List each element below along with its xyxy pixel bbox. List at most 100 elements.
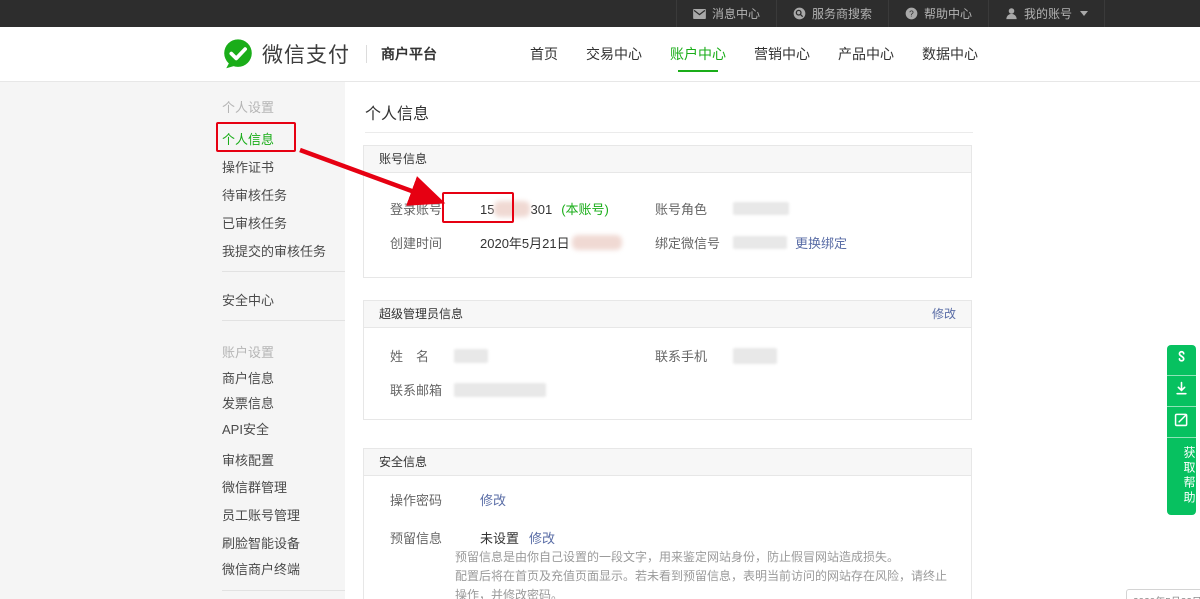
get-help-button[interactable]: 获取帮助 — [1167, 438, 1196, 515]
download-button[interactable] — [1167, 376, 1196, 407]
wechat-pay-logo-icon — [222, 38, 254, 70]
admin-name-label: 姓 名 — [390, 346, 429, 365]
message-center-link[interactable]: 消息中心 — [676, 0, 776, 27]
description-line: 预留信息是由你自己设置的一段文字，用来鉴定网站身份，防止假冒网站造成损失。 — [455, 548, 955, 567]
edit-icon — [1172, 410, 1191, 434]
super-admin-title: 超级管理员信息 — [379, 301, 463, 327]
merchant-platform-page: 消息中心 服务商搜索 ? 帮助中心 我的账号 微信 — [0, 0, 1200, 599]
my-account-label: 我的账号 — [1024, 5, 1072, 22]
topbar-items: 消息中心 服务商搜索 ? 帮助中心 我的账号 — [676, 0, 1105, 27]
brand[interactable]: 微信支付 商户平台 — [222, 38, 437, 70]
account-role-label: 账号角色 — [655, 199, 707, 218]
my-account-menu[interactable]: 我的账号 — [988, 0, 1105, 27]
nav-account-center[interactable]: 账户中心 — [670, 27, 726, 81]
operation-password-edit-link[interactable]: 修改 — [480, 490, 506, 509]
redacted-admin-phone — [733, 348, 777, 364]
annotation-box-sidebar-personal-info — [216, 122, 296, 152]
main-nav: 首页 交易中心 账户中心 营销中心 产品中心 数据中心 — [530, 27, 978, 81]
reserve-info-description: 预留信息是由你自己设置的一段文字，用来鉴定网站身份，防止假冒网站造成损失。 配置… — [455, 548, 955, 599]
brand-name: 微信支付 — [262, 39, 350, 69]
created-time-value: 2020年5月21日 — [480, 233, 570, 252]
admin-phone-label: 联系手机 — [655, 346, 707, 365]
sidebar-divider — [222, 320, 345, 321]
nav-marketing-center[interactable]: 营销中心 — [754, 27, 810, 81]
envelope-icon — [693, 9, 706, 19]
help-center-label: 帮助中心 — [924, 5, 972, 22]
sidebar-item-security-center[interactable]: 安全中心 — [222, 290, 274, 309]
admin-phone-row: 联系手机 — [655, 346, 777, 365]
nav-home[interactable]: 首页 — [530, 27, 558, 81]
redacted-admin-email — [454, 383, 546, 397]
title-divider — [365, 132, 973, 133]
reserve-info-row: 预留信息 未设置 修改 — [390, 528, 555, 547]
hook-link-button[interactable] — [1167, 345, 1196, 376]
admin-name-row: 姓 名 — [390, 346, 488, 365]
sidebar-item-reviewed-tasks[interactable]: 已审核任务 — [222, 213, 287, 232]
sidebar-item-staff-account-management[interactable]: 员工账号管理 — [222, 505, 300, 524]
super-admin-card-header: 超级管理员信息 修改 — [364, 301, 971, 328]
current-account-note: (本账号) — [561, 199, 609, 218]
provider-search-label: 服务商搜索 — [812, 5, 872, 22]
sidebar-group-account-settings: 账户设置 — [222, 342, 274, 361]
floating-help-widget: 获取帮助 — [1167, 345, 1196, 515]
nav-data-center[interactable]: 数据中心 — [922, 27, 978, 81]
operation-password-label: 操作密码 — [390, 490, 442, 509]
nav-product-center[interactable]: 产品中心 — [838, 27, 894, 81]
bound-wechat-label: 绑定微信号 — [655, 233, 720, 252]
sidebar-group-personal-settings: 个人设置 — [222, 97, 274, 116]
chevron-down-icon — [1080, 11, 1088, 16]
download-icon — [1172, 379, 1191, 403]
person-icon — [1005, 7, 1018, 20]
sidebar-item-my-submitted-tasks[interactable]: 我提交的审核任务 — [222, 241, 326, 260]
question-icon: ? — [905, 7, 918, 20]
account-role-row: 账号角色 — [655, 199, 789, 218]
super-admin-edit-link[interactable]: 修改 — [932, 301, 956, 327]
operation-password-row: 操作密码 修改 — [390, 490, 506, 509]
sidebar-item-face-smart-device[interactable]: 刷脸智能设备 — [222, 533, 300, 552]
page-title: 个人信息 — [365, 100, 429, 124]
description-line: 配置后将在首页及充值页面显示。若未看到预留信息，表明当前访问的网站存在风险，请终… — [455, 567, 955, 599]
account-info-card-header: 账号信息 — [364, 146, 971, 173]
redacted-wechat-id — [733, 236, 787, 249]
sidebar-item-review-config[interactable]: 审核配置 — [222, 450, 274, 469]
svg-text:?: ? — [909, 9, 914, 19]
annotation-box-login-account — [442, 192, 514, 223]
rebind-link[interactable]: 更换绑定 — [795, 233, 847, 252]
hook-icon — [1172, 348, 1191, 372]
security-info-title: 安全信息 — [379, 449, 427, 475]
sidebar-divider — [222, 590, 345, 591]
sidebar-divider — [222, 271, 345, 272]
admin-email-row: 联系邮箱 — [390, 380, 546, 399]
redacted-admin-name — [454, 349, 488, 363]
bound-wechat-row: 绑定微信号 更换绑定 — [655, 233, 847, 252]
reserve-info-value: 未设置 — [480, 528, 519, 547]
admin-email-label: 联系邮箱 — [390, 380, 442, 399]
sidebar-item-pending-review-tasks[interactable]: 待审核任务 — [222, 185, 287, 204]
portal-name: 商户平台 — [381, 44, 437, 64]
brand-separator — [366, 45, 367, 63]
created-time-label: 创建时间 — [390, 233, 442, 252]
sidebar-item-merchant-info[interactable]: 商户信息 — [222, 368, 274, 387]
account-info-title: 账号信息 — [379, 146, 427, 172]
sidebar-item-wechat-merchant-terminal[interactable]: 微信商户终端 — [222, 559, 300, 578]
feedback-button[interactable] — [1167, 407, 1196, 438]
reserve-info-edit-link[interactable]: 修改 — [529, 528, 555, 547]
help-center-link[interactable]: ? 帮助中心 — [888, 0, 988, 27]
login-account-label: 登录账号 — [390, 199, 442, 218]
message-center-label: 消息中心 — [712, 5, 760, 22]
sidebar-item-invoice-info[interactable]: 发票信息 — [222, 393, 274, 412]
topbar: 消息中心 服务商搜索 ? 帮助中心 我的账号 — [0, 0, 1200, 27]
redacted-account-role — [733, 202, 789, 215]
sidebar-item-wechat-group-management[interactable]: 微信群管理 — [222, 477, 287, 496]
nav-transaction-center[interactable]: 交易中心 — [586, 27, 642, 81]
header: 微信支付 商户平台 首页 交易中心 账户中心 营销中心 产品中心 数据中心 — [0, 27, 1200, 82]
redacted-created-time — [572, 235, 622, 250]
sidebar-item-operation-certificate[interactable]: 操作证书 — [222, 157, 274, 176]
search-icon — [793, 7, 806, 20]
security-info-card-header: 安全信息 — [364, 449, 971, 476]
sidebar-item-api-security[interactable]: API安全 — [222, 419, 269, 438]
provider-search-link[interactable]: 服务商搜索 — [776, 0, 888, 27]
date-tooltip: 2020年5月22日 — [1126, 589, 1200, 599]
created-time-row: 创建时间 2020年5月21日 — [390, 233, 622, 252]
login-suffix: 301 — [530, 202, 552, 217]
